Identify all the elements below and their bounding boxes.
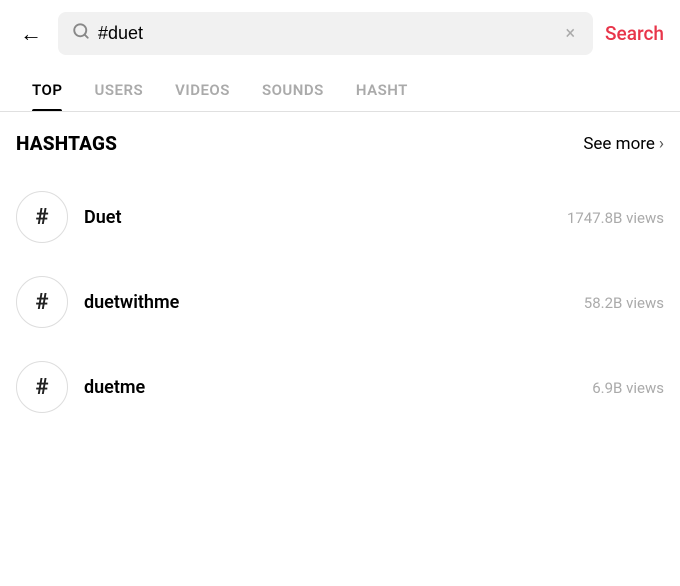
hashtag-info: duetwithme [84, 292, 568, 313]
clear-button[interactable]: × [561, 23, 579, 44]
tab-sounds[interactable]: SOUNDS [246, 67, 340, 111]
back-button[interactable]: ← [16, 17, 46, 51]
section-title: HASHTAGS [16, 132, 117, 155]
search-input[interactable] [98, 23, 553, 44]
tab-users[interactable]: USERS [78, 67, 159, 111]
hashtag-symbol: # [35, 375, 48, 400]
hashtag-list: # Duet 1747.8B views # duetwithme 58.2B … [16, 175, 664, 430]
see-more-button[interactable]: See more › [583, 134, 664, 154]
hashtag-name: Duet [84, 207, 551, 228]
hashtag-symbol: # [35, 205, 48, 230]
tab-top[interactable]: TOP [16, 67, 78, 111]
tabs-bar: TOP USERS VIDEOS SOUNDS HASHT [0, 67, 680, 112]
hashtag-item[interactable]: # duetwithme 58.2B views [16, 260, 664, 345]
hashtag-item[interactable]: # Duet 1747.8B views [16, 175, 664, 260]
hashtag-info: Duet [84, 207, 551, 228]
hashtag-views: 6.9B views [592, 379, 664, 397]
header: ← × Search [0, 0, 680, 67]
search-bar: × [58, 12, 593, 55]
hashtag-icon-circle: # [16, 361, 68, 413]
hashtag-name: duetme [84, 377, 576, 398]
hashtag-info: duetme [84, 377, 576, 398]
hashtag-symbol: # [35, 290, 48, 315]
hashtag-icon-circle: # [16, 276, 68, 328]
chevron-right-icon: › [659, 134, 664, 154]
section-header: HASHTAGS See more › [16, 132, 664, 155]
hashtag-views: 58.2B views [584, 294, 664, 312]
search-button[interactable]: Search [605, 18, 664, 49]
hashtag-views: 1747.8B views [567, 209, 664, 227]
search-icon [72, 22, 90, 45]
hashtag-item[interactable]: # duetme 6.9B views [16, 345, 664, 430]
hashtag-name: duetwithme [84, 292, 568, 313]
see-more-label: See more [583, 134, 655, 154]
main-content: HASHTAGS See more › # Duet 1747.8B views… [0, 112, 680, 430]
tab-hashtags[interactable]: HASHT [340, 67, 424, 111]
hashtag-icon-circle: # [16, 191, 68, 243]
tab-videos[interactable]: VIDEOS [159, 67, 246, 111]
